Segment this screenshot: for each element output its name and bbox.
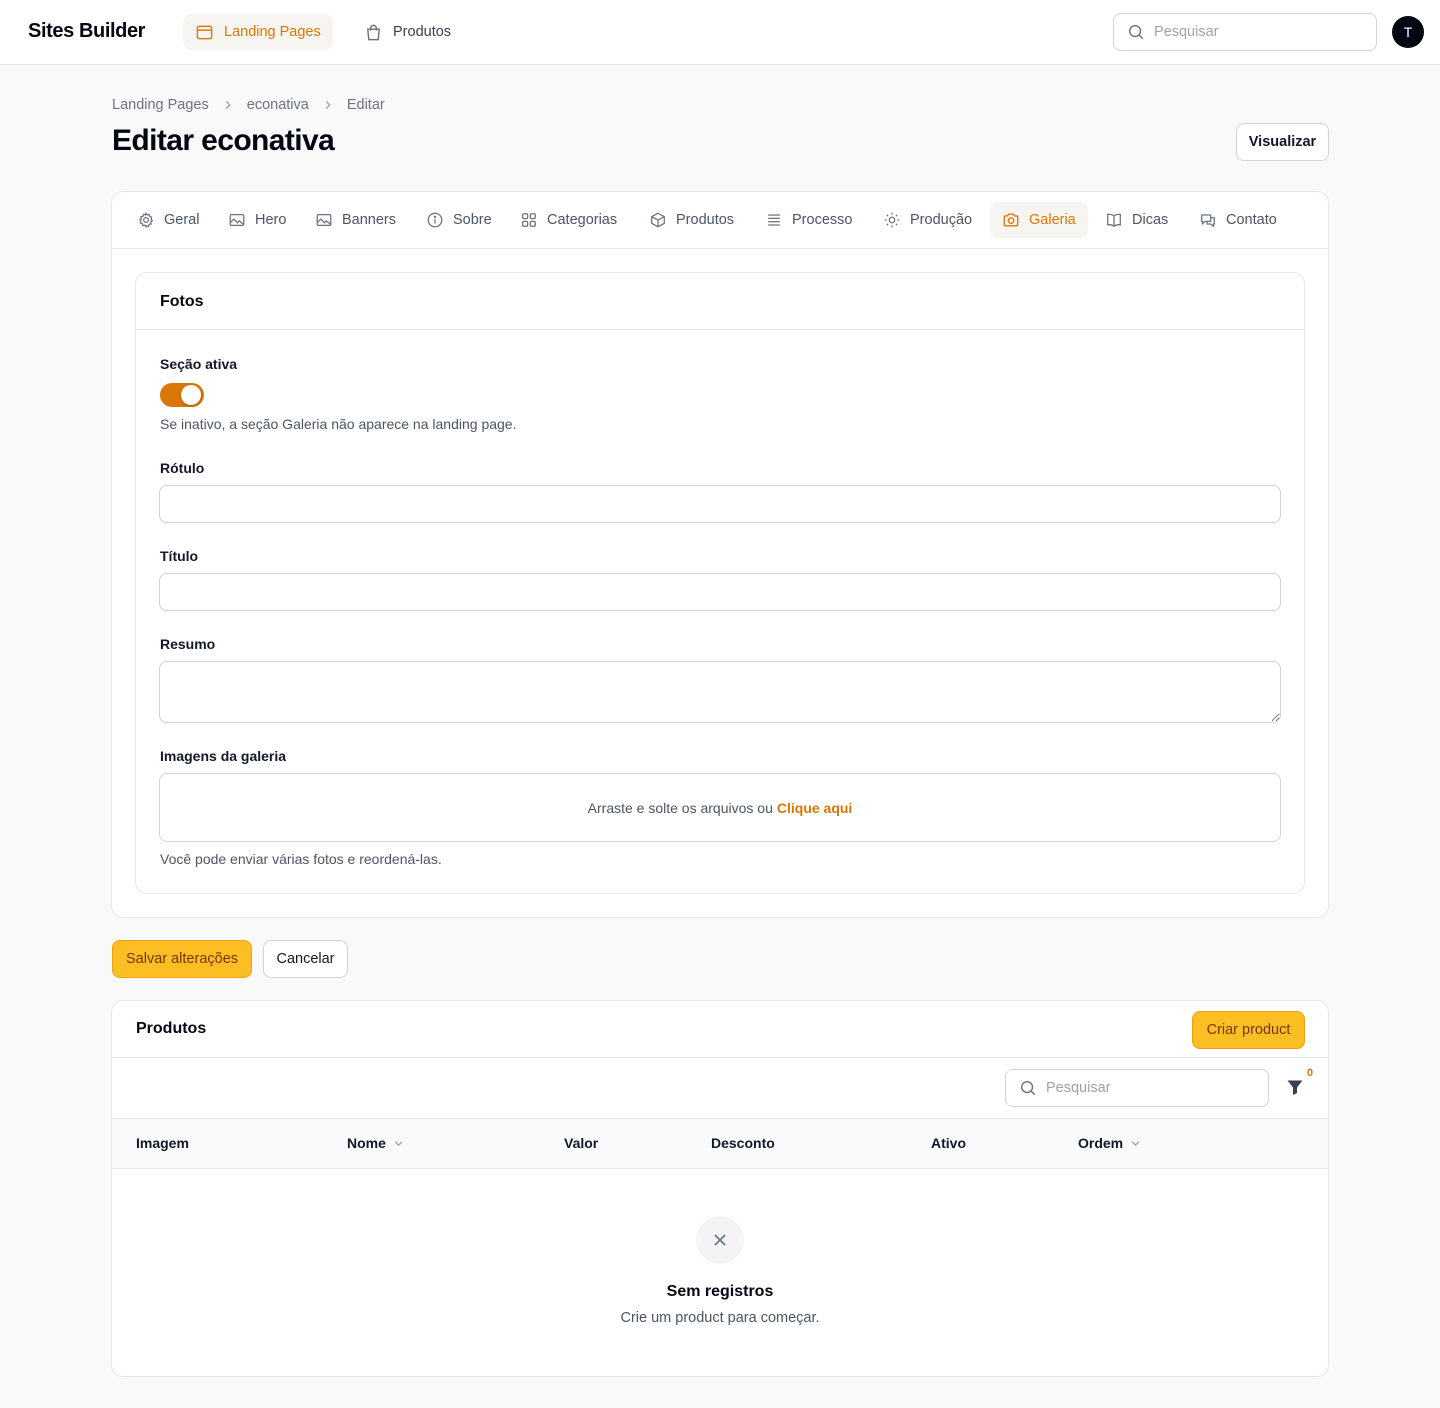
tab-label: Dicas bbox=[1132, 212, 1169, 228]
global-search-input[interactable] bbox=[1154, 24, 1334, 40]
tab-label: Categorias bbox=[547, 212, 618, 228]
create-product-button[interactable]: Criar product bbox=[1192, 1011, 1305, 1049]
chevron-right-icon bbox=[225, 101, 231, 109]
tab-label: Produtos bbox=[676, 212, 735, 228]
filter-icon[interactable] bbox=[1285, 1077, 1305, 1097]
breadcrumb-item[interactable]: Landing Pages bbox=[112, 97, 209, 113]
tab-produtos[interactable]: Produtos bbox=[637, 202, 746, 238]
save-button[interactable]: Salvar alterações bbox=[112, 940, 252, 978]
tab-label: Sobre bbox=[453, 212, 492, 228]
cancel-button[interactable]: Cancelar bbox=[263, 940, 348, 978]
sun-icon bbox=[884, 212, 900, 228]
column-desconto: Desconto bbox=[711, 1135, 775, 1151]
breadcrumb-item[interactable]: econativa bbox=[247, 97, 309, 113]
tab-dicas[interactable]: Dicas bbox=[1093, 202, 1180, 238]
breadcrumb-item: Editar bbox=[346, 97, 385, 113]
tab-hero[interactable]: Hero bbox=[216, 202, 298, 238]
toggle-label: Seção ativa bbox=[160, 356, 238, 372]
info-icon bbox=[427, 212, 443, 228]
tab-categorias[interactable]: Categorias bbox=[508, 202, 629, 238]
gear-icon bbox=[138, 211, 154, 228]
brand-logo[interactable]: Sites Builder bbox=[28, 20, 145, 43]
products-title: Produtos bbox=[112, 1001, 1328, 1058]
tab-contato[interactable]: Contato bbox=[1187, 202, 1289, 238]
chevron-down-icon bbox=[394, 1140, 403, 1146]
fotos-section: Fotos Seção ativa Se inativo, a seção Ga… bbox=[135, 272, 1305, 894]
filter-count-badge: 0 bbox=[1307, 1067, 1314, 1079]
tab-banners[interactable]: Banners bbox=[303, 202, 408, 238]
column-valor: Valor bbox=[564, 1135, 599, 1151]
tab-label: Processo bbox=[792, 212, 853, 228]
tab-label: Hero bbox=[255, 212, 287, 228]
view-button[interactable]: Visualizar bbox=[1236, 123, 1329, 161]
search-icon bbox=[1020, 1080, 1036, 1096]
nav-label: Landing Pages bbox=[224, 24, 321, 40]
products-card: Produtos Criar product 0 Imagem Nome Val… bbox=[111, 1000, 1329, 1377]
column-ativo: Ativo bbox=[931, 1135, 966, 1151]
column-ordem[interactable]: Ordem bbox=[1078, 1135, 1142, 1151]
photo-icon bbox=[229, 213, 245, 227]
section-active-toggle[interactable] bbox=[160, 383, 204, 407]
resumo-textarea[interactable] bbox=[159, 661, 1281, 723]
form-card: Geral Hero Banners Sobre Categorias Prod… bbox=[111, 191, 1329, 918]
table-toolbar: 0 bbox=[112, 1058, 1328, 1119]
dropzone-link[interactable]: Clique aqui bbox=[777, 800, 852, 816]
tab-sobre[interactable]: Sobre bbox=[414, 202, 504, 238]
gallery-dropzone[interactable]: Arraste e solte os arquivos ou Clique aq… bbox=[159, 773, 1281, 842]
shopping-bag-icon bbox=[367, 24, 380, 40]
rotulo-label: Rótulo bbox=[160, 460, 205, 476]
tab-label: Produção bbox=[910, 212, 973, 228]
tab-geral[interactable]: Geral bbox=[125, 202, 211, 238]
toggle-hint: Se inativo, a seção Galeria não aparece … bbox=[160, 416, 517, 432]
empty-state-subtitle: Crie um product para começar. bbox=[620, 1310, 820, 1326]
chevron-right-icon bbox=[325, 101, 331, 109]
column-imagem: Imagem bbox=[136, 1135, 189, 1151]
images-hint: Você pode enviar várias fotos e reordená… bbox=[160, 851, 442, 867]
tab-label: Geral bbox=[164, 212, 200, 228]
table-search-input[interactable] bbox=[1046, 1080, 1226, 1096]
close-icon bbox=[714, 1234, 726, 1246]
tab-processo[interactable]: Processo bbox=[753, 202, 864, 238]
chat-bubbles-icon bbox=[1201, 214, 1215, 228]
resumo-label: Resumo bbox=[160, 636, 216, 652]
user-avatar[interactable]: T bbox=[1392, 16, 1424, 48]
global-search[interactable] bbox=[1113, 13, 1377, 51]
book-open-icon bbox=[1107, 213, 1121, 228]
titulo-input[interactable] bbox=[159, 573, 1281, 611]
nav-produtos[interactable]: Produtos bbox=[352, 14, 463, 50]
chevron-down-icon bbox=[1131, 1140, 1140, 1146]
breadcrumb: Landing Pages econativa Editar bbox=[112, 97, 385, 113]
column-nome[interactable]: Nome bbox=[347, 1135, 405, 1151]
squares-icon bbox=[522, 213, 536, 227]
images-label: Imagens da galeria bbox=[160, 748, 287, 764]
top-bar: Sites Builder Landing Pages Produtos T bbox=[0, 0, 1440, 65]
photo-icon bbox=[316, 213, 332, 227]
table-search[interactable] bbox=[1005, 1069, 1269, 1107]
tab-label: Contato bbox=[1226, 212, 1277, 228]
page-title: Editar econativa bbox=[112, 124, 335, 157]
section-title: Fotos bbox=[136, 273, 1304, 330]
tab-galeria[interactable]: Galeria bbox=[990, 202, 1088, 238]
tab-bar: Geral Hero Banners Sobre Categorias Prod… bbox=[112, 192, 1328, 249]
window-icon bbox=[196, 25, 213, 39]
rotulo-input[interactable] bbox=[159, 485, 1281, 523]
tab-label: Galeria bbox=[1029, 212, 1076, 228]
cube-icon bbox=[651, 212, 665, 228]
tab-label: Banners bbox=[342, 212, 397, 228]
titulo-label: Título bbox=[160, 548, 199, 564]
search-icon bbox=[1128, 24, 1144, 40]
nav-landing-pages[interactable]: Landing Pages bbox=[183, 14, 333, 50]
table-header: Imagem Nome Valor Desconto Ativo Ordem bbox=[112, 1119, 1328, 1169]
list-icon bbox=[768, 214, 780, 226]
tab-producao[interactable]: Produção bbox=[871, 202, 984, 238]
camera-icon bbox=[1003, 213, 1019, 227]
empty-state-title: Sem registros bbox=[666, 1283, 774, 1300]
empty-state-icon bbox=[696, 1216, 744, 1264]
dropzone-text: Arraste e solte os arquivos ou bbox=[587, 799, 773, 816]
nav-label: Produtos bbox=[393, 24, 452, 40]
